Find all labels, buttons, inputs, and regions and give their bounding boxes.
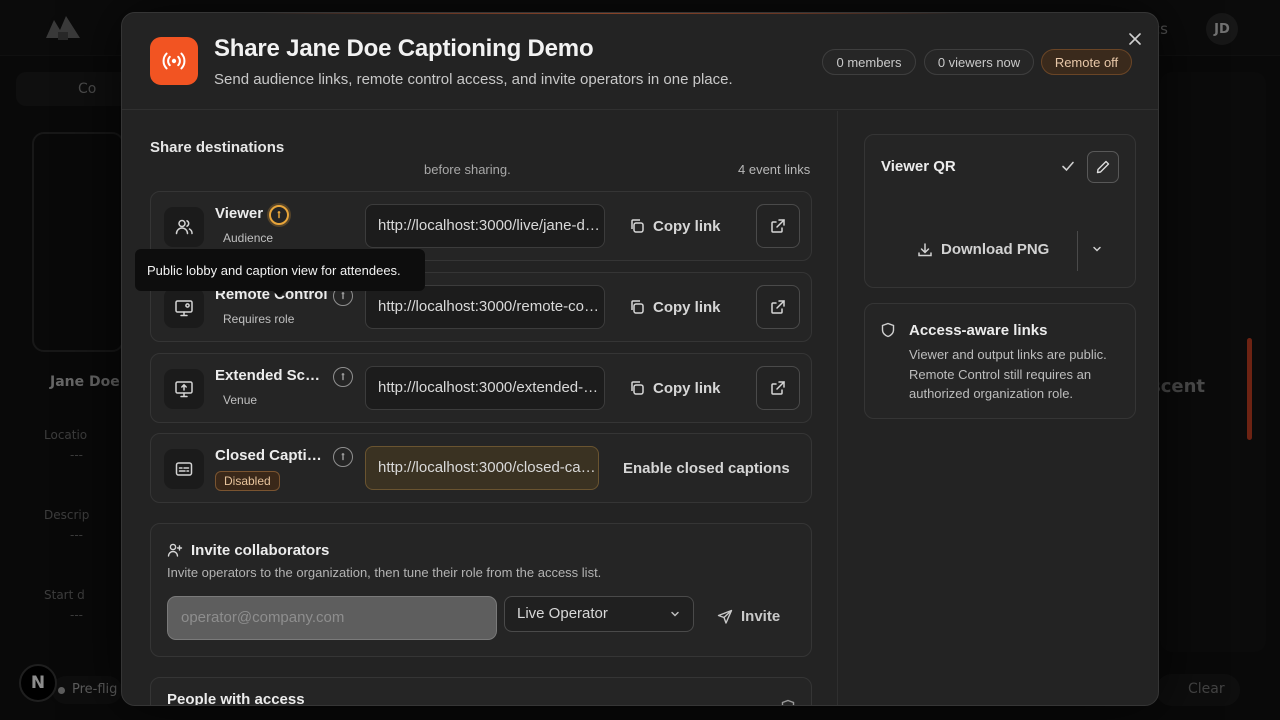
destination-name: Extended Screen bbox=[215, 367, 325, 384]
remote-status-badge: Remote off bbox=[1041, 49, 1132, 75]
destination-row-closed-captions: Closed Captions Disabled http://localhos… bbox=[150, 433, 812, 503]
role-select[interactable]: Live Operator bbox=[504, 596, 694, 632]
dialog-subtitle: Send audience links, remote control acce… bbox=[214, 71, 733, 88]
copy-link-button[interactable]: Copy link bbox=[629, 369, 721, 407]
edit-button[interactable] bbox=[1087, 151, 1119, 183]
viewer-qr-card: Viewer QR Download PNG bbox=[864, 134, 1136, 288]
users-icon bbox=[164, 207, 204, 247]
share-destinations-section: Share destinations before sharing. 4 eve… bbox=[122, 111, 838, 706]
destination-tag: Venue bbox=[223, 393, 258, 407]
pencil-icon bbox=[1096, 160, 1110, 174]
viewer-url-field[interactable]: http://localhost:3000/live/jane-doe-capt… bbox=[365, 204, 605, 248]
destination-name: Closed Captions bbox=[215, 447, 325, 464]
invite-subtitle: Invite operators to the organization, th… bbox=[167, 565, 602, 580]
open-external-button[interactable] bbox=[756, 204, 800, 248]
shield-icon bbox=[881, 322, 895, 338]
role-select-value: Live Operator bbox=[517, 605, 608, 622]
copy-icon bbox=[631, 219, 644, 233]
destination-name: Viewer bbox=[215, 205, 264, 222]
check-icon[interactable] bbox=[1061, 159, 1075, 173]
status-badge: Disabled bbox=[215, 471, 280, 491]
access-body: Viewer and output links are public. Remo… bbox=[909, 347, 1107, 401]
destination-tag: Requires role bbox=[223, 312, 295, 326]
dialog-header: Share Jane Doe Captioning Demo Send audi… bbox=[122, 13, 1158, 110]
broadcast-icon bbox=[150, 37, 198, 85]
download-icon bbox=[918, 242, 932, 256]
event-links-count: 4 event links bbox=[738, 162, 811, 177]
destination-row-extended-screen: Extended Screen Venue http://localhost:3… bbox=[150, 353, 812, 423]
access-title: Access-aware links bbox=[909, 322, 1048, 339]
send-icon bbox=[717, 609, 733, 624]
chevron-down-icon[interactable] bbox=[1091, 243, 1103, 255]
shield-icon bbox=[781, 699, 795, 705]
external-link-icon bbox=[771, 381, 785, 395]
open-external-button[interactable] bbox=[756, 285, 800, 329]
chevron-down-icon bbox=[671, 611, 679, 617]
qr-title: Viewer QR bbox=[881, 158, 956, 175]
members-badge: 0 members bbox=[822, 49, 916, 75]
external-link-icon bbox=[771, 300, 785, 314]
people-with-access-card: People with access bbox=[150, 677, 812, 706]
viewers-badge: 0 viewers now bbox=[924, 49, 1034, 75]
destination-tag: Audience bbox=[223, 231, 274, 245]
copy-link-label: Copy link bbox=[653, 298, 721, 316]
invite-collaborators-card: Invite collaborators Invite operators to… bbox=[150, 523, 812, 657]
copy-link-button[interactable]: Copy link bbox=[629, 207, 721, 245]
invite-title: Invite collaborators bbox=[191, 542, 330, 559]
invite-button-label: Invite bbox=[741, 608, 781, 625]
open-external-button[interactable] bbox=[756, 366, 800, 410]
remote-url-field[interactable]: http://localhost:3000/remote-control bbox=[365, 285, 605, 329]
enable-captions-button[interactable]: Enable closed captions bbox=[623, 460, 790, 477]
info-icon[interactable] bbox=[333, 447, 353, 467]
share-dialog: Share Jane Doe Captioning Demo Send audi… bbox=[121, 12, 1159, 706]
section-subtitle: before sharing. bbox=[424, 162, 511, 177]
email-field[interactable]: operator@company.com bbox=[167, 596, 497, 640]
copy-icon bbox=[631, 381, 644, 395]
info-tooltip: Public lobby and caption view for attend… bbox=[135, 249, 425, 297]
copy-icon bbox=[631, 300, 644, 314]
captions-icon bbox=[164, 449, 204, 489]
divider bbox=[1077, 231, 1078, 271]
download-png-button[interactable]: Download PNG bbox=[917, 241, 1049, 258]
people-title: People with access bbox=[167, 691, 305, 706]
user-plus-icon bbox=[167, 543, 183, 557]
section-title: Share destinations bbox=[150, 139, 285, 156]
close-icon[interactable] bbox=[1123, 27, 1147, 51]
copy-link-label: Copy link bbox=[653, 217, 721, 235]
info-icon[interactable] bbox=[269, 205, 289, 225]
dialog-title: Share Jane Doe Captioning Demo bbox=[214, 35, 594, 62]
invite-button[interactable]: Invite bbox=[717, 608, 780, 625]
copy-link-button[interactable]: Copy link bbox=[629, 288, 721, 326]
extended-url-field[interactable]: http://localhost:3000/extended-screen bbox=[365, 366, 605, 410]
screen-share-icon bbox=[164, 369, 204, 409]
access-aware-links-card: Access-aware links Viewer and output lin… bbox=[864, 303, 1136, 419]
external-link-icon bbox=[771, 219, 785, 233]
copy-link-label: Copy link bbox=[653, 379, 721, 397]
download-label: Download PNG bbox=[941, 241, 1050, 258]
monitor-cog-icon bbox=[164, 288, 204, 328]
info-icon[interactable] bbox=[333, 367, 353, 387]
captions-url-field[interactable]: http://localhost:3000/closed-captions bbox=[365, 446, 599, 490]
